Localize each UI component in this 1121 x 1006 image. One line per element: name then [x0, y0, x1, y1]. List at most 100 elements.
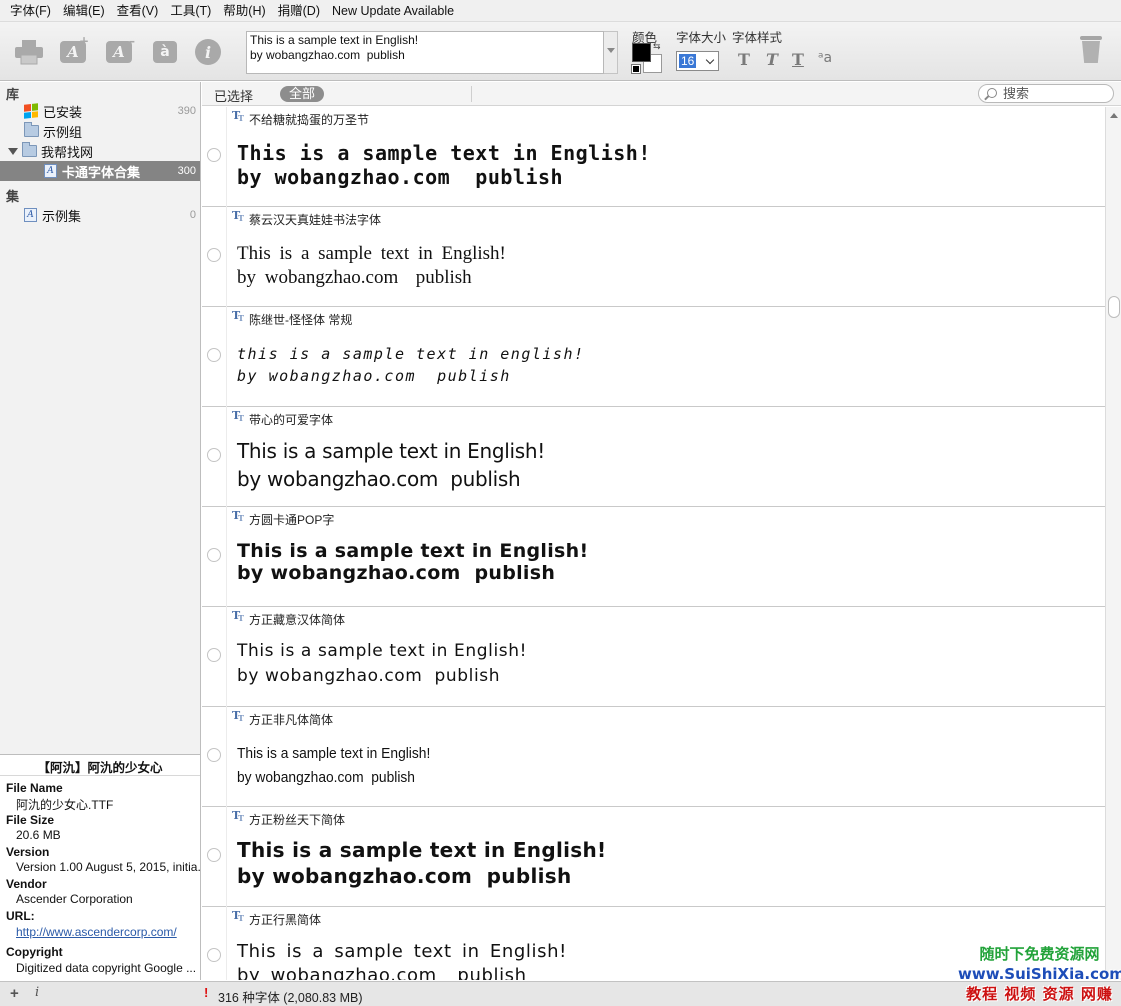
truetype-icon: TT — [232, 809, 244, 823]
trash-icon[interactable] — [1080, 36, 1102, 64]
vendor-value: Ascender Corporation — [16, 892, 133, 906]
info-icon[interactable]: i — [193, 37, 223, 67]
font-select-radio[interactable] — [207, 548, 221, 562]
font-select-radio[interactable] — [207, 848, 221, 862]
file-size-value: 20.6 MB — [16, 828, 61, 842]
font-style-label: 字体样式 — [732, 31, 783, 45]
menu-donate[interactable]: 捐赠(D) — [272, 1, 326, 21]
swap-colors-icon[interactable]: ⇆ — [653, 41, 661, 52]
truetype-icon: TT — [232, 209, 244, 223]
font-select-radio[interactable] — [207, 948, 221, 962]
sidebar-item-sample-group[interactable]: 示例组 — [0, 121, 200, 141]
preview-text-scrollbar[interactable] — [604, 31, 618, 74]
menu-view[interactable]: 查看(V) — [111, 1, 165, 21]
font-count-summary: 316 种字体 (2,080.83 MB) — [218, 991, 363, 1005]
foreground-color-swatch[interactable] — [632, 43, 651, 62]
truetype-icon: TT — [232, 609, 244, 623]
menu-help[interactable]: 帮助(H) — [217, 1, 271, 21]
filter-all-tab[interactable]: 全部 — [280, 86, 325, 102]
status-bar: + i ! 316 种字体 (2,080.83 MB) — [0, 981, 1121, 1006]
font-name: 蔡云汉天真娃娃书法字体 — [249, 213, 382, 227]
chevron-down-icon — [607, 48, 615, 53]
watermark-line: www.SuiShiXia.com — [958, 965, 1121, 983]
font-size-select[interactable]: 16 — [676, 51, 719, 71]
disclosure-triangle-icon[interactable] — [8, 147, 18, 155]
sidebar-item-sample-set[interactable]: A 示例集 0 — [0, 205, 200, 225]
copyright-value: Digitized data copyright Google ... — [16, 961, 197, 975]
font-sample: This is a sample text in English! by woba… — [237, 641, 528, 686]
activate-font-icon[interactable]: à — [150, 37, 180, 67]
style-bold-button[interactable]: T — [738, 50, 750, 69]
font-sample: This is a sample text in English! by woba… — [237, 540, 589, 584]
truetype-icon: TT — [232, 109, 244, 123]
filter-bar: 已选择 全部 搜索 — [202, 82, 1121, 106]
font-sample: This is a sample text in English! by woba… — [237, 941, 567, 980]
sidebar-item-wobangzhao[interactable]: 我帮找网 — [0, 141, 200, 161]
menu-edit[interactable]: 编辑(E) — [57, 1, 111, 21]
add-font-icon[interactable]: A + — [58, 34, 89, 67]
menu-font[interactable]: 字体(F) — [4, 1, 57, 21]
font-row[interactable]: TT 不给糖就捣蛋的万圣节 This is a sample text in E… — [202, 107, 1105, 207]
sidebar-item-cartoon-fonts[interactable]: A 卡通字体合集 300 — [0, 161, 200, 181]
copyright-label: Copyright — [6, 945, 63, 959]
search-input[interactable]: 搜索 — [978, 84, 1114, 103]
font-file-icon: A — [44, 164, 57, 178]
font-name: 陈继世-怪怪体 常规 — [249, 313, 353, 327]
font-select-radio[interactable] — [207, 248, 221, 262]
vendor-label: Vendor — [6, 877, 47, 891]
item-count: 0 — [189, 209, 196, 221]
truetype-icon: TT — [232, 509, 244, 523]
filter-selected-tab[interactable]: 已选择 — [214, 86, 253, 105]
style-case-button[interactable]: ᵃa — [818, 50, 832, 66]
style-underline-button[interactable]: T — [792, 50, 804, 69]
menu-tools[interactable]: 工具(T) — [164, 1, 217, 21]
font-row[interactable]: TT 方正粉丝天下简体 This is a sample text in Eng… — [202, 807, 1105, 907]
warning-icon: ! — [204, 985, 209, 1000]
update-notice[interactable]: New Update Available — [332, 4, 454, 18]
windows-icon — [24, 103, 38, 119]
info-button[interactable]: i — [35, 985, 39, 1000]
font-row[interactable]: TT 蔡云汉天真娃娃书法字体 This is a sample text in … — [202, 207, 1105, 307]
font-row[interactable]: TT 陈继世-怪怪体 常规 this is a sample text in e… — [202, 307, 1105, 407]
font-file-icon: A — [24, 208, 37, 222]
file-name-label: File Name — [6, 781, 63, 795]
reset-colors-icon[interactable] — [631, 64, 641, 74]
scrollbar-thumb[interactable] — [1108, 296, 1120, 318]
font-size-label: 字体大小 — [676, 31, 727, 45]
sidebar-item-label: 示例集 — [42, 208, 82, 224]
font-sample: This is a sample text in English! by woba… — [237, 141, 651, 189]
truetype-icon: TT — [232, 309, 244, 323]
sidebar-item-label: 示例组 — [43, 124, 83, 140]
font-row[interactable]: TT 带心的可爱字体 This is a sample text in Engl… — [202, 407, 1105, 507]
sidebar: 库 已安装 390 示例组 我帮找网 A 卡通字体合集 300 集 A 示例集 … — [0, 82, 201, 754]
file-name-value: 阿氿的少女心.TTF — [16, 798, 114, 812]
font-select-radio[interactable] — [207, 148, 221, 162]
toolbar: A+ A– à i 颜色 ⇆ 字体大小 字体样式 16 T T T ᵃa — [0, 22, 1121, 81]
style-italic-button[interactable]: T — [766, 50, 778, 69]
preview-text-input[interactable] — [246, 31, 604, 74]
info-font-title: 【阿氿】阿氿的少女心 — [37, 761, 163, 775]
font-list-scrollbar[interactable] — [1105, 107, 1121, 980]
font-row[interactable]: TT 方正非凡体简体 This is a sample text in Engl… — [202, 707, 1105, 807]
print-icon[interactable] — [14, 37, 44, 67]
vendor-url-link[interactable]: http://www.ascendercorp.com/ — [16, 925, 200, 939]
font-select-radio[interactable] — [207, 648, 221, 662]
font-row[interactable]: TT 方正藏意汉体简体 This is a sample text in Eng… — [202, 607, 1105, 707]
sidebar-item-label: 已安装 — [43, 104, 83, 120]
font-info-panel: 【阿氿】阿氿的少女心 File Name 阿氿的少女心.TTF File Siz… — [0, 754, 201, 980]
color-picker[interactable]: ⇆ — [631, 41, 662, 74]
font-select-radio[interactable] — [207, 348, 221, 362]
truetype-icon: TT — [232, 909, 244, 923]
sidebar-item-installed[interactable]: 已安装 390 — [0, 101, 200, 121]
font-name: 方正藏意汉体简体 — [249, 613, 346, 627]
version-label: Version — [6, 845, 50, 859]
font-select-radio[interactable] — [207, 448, 221, 462]
font-select-radio[interactable] — [207, 748, 221, 762]
remove-font-icon[interactable]: A – — [104, 34, 135, 67]
add-button[interactable]: + — [10, 985, 19, 1002]
font-name: 方圆卡通POP字 — [249, 513, 335, 527]
url-label: URL: — [6, 909, 35, 923]
font-row[interactable]: TT 方圆卡通POP字 This is a sample text in Eng… — [202, 507, 1105, 607]
font-list: TT 不给糖就捣蛋的万圣节 This is a sample text in E… — [202, 107, 1105, 980]
chevron-up-icon[interactable] — [1110, 113, 1118, 118]
